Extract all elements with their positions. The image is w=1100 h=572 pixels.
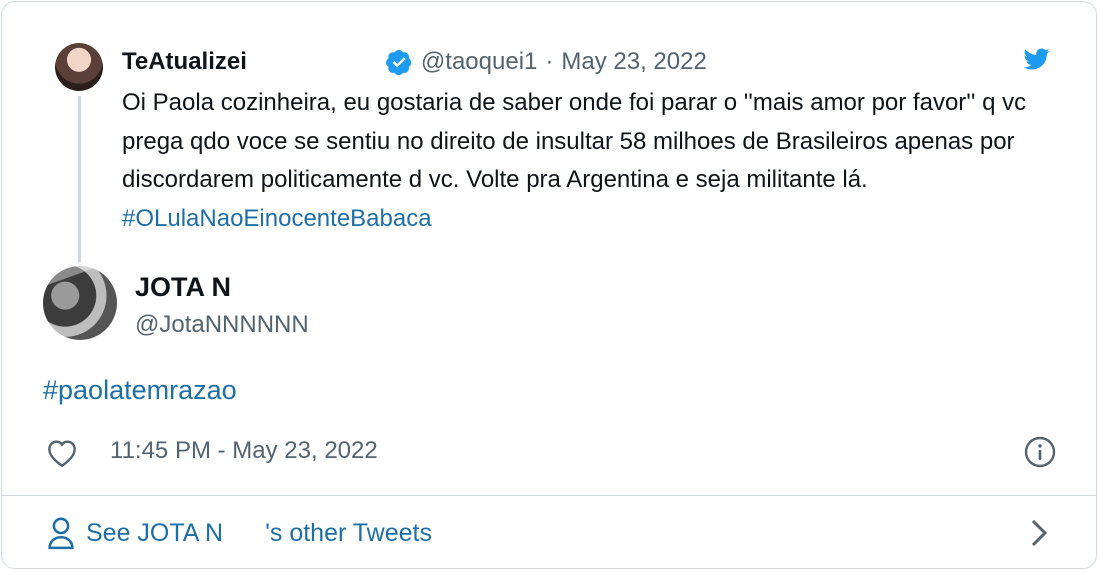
see-other-tweets-link[interactable]: See JOTA N 's other Tweets xyxy=(46,516,432,550)
other-tweets-label[interactable]: 's other Tweets xyxy=(265,519,432,548)
parent-tweet-date[interactable]: May 23, 2022 xyxy=(561,46,706,78)
tweet-hashtag-link[interactable]: #paolatemrazao xyxy=(43,375,237,406)
parent-author-name[interactable]: TeAtualizei xyxy=(122,46,247,78)
footer-divider xyxy=(2,495,1096,496)
separator-dot: · xyxy=(545,48,554,75)
tweet-card: TeAtualizei @taoquei1 · May 23, 2022 Oi … xyxy=(1,1,1097,569)
twitter-logo-icon[interactable] xyxy=(1022,46,1052,72)
author-name[interactable]: JOTA N xyxy=(135,272,231,303)
parent-tweet-header: TeAtualizei @taoquei1 · May 23, 2022 xyxy=(122,46,707,78)
info-icon[interactable] xyxy=(1024,436,1056,468)
thread-line xyxy=(78,96,81,262)
parent-tweet-text: Oi Paola cozinheira, eu gostaria de sabe… xyxy=(122,84,1072,238)
chevron-right-icon[interactable] xyxy=(1030,518,1048,548)
author-avatar[interactable] xyxy=(43,266,117,340)
heart-icon[interactable] xyxy=(46,438,78,468)
author-handle[interactable]: @JotaNNNNNN xyxy=(135,311,309,339)
parent-author-handle[interactable]: @taoquei1 xyxy=(421,46,537,78)
parent-tweet-body: Oi Paola cozinheira, eu gostaria de sabe… xyxy=(122,89,1027,193)
tweet-timestamp[interactable]: 11:45 PM - May 23, 2022 xyxy=(110,437,378,465)
see-author-label[interactable]: See JOTA N xyxy=(86,519,223,548)
parent-avatar[interactable] xyxy=(55,43,103,91)
verified-badge-icon xyxy=(385,49,412,76)
parent-hashtag-link[interactable]: #OLulaNaoEinocenteBabaca xyxy=(122,205,432,232)
person-icon xyxy=(48,517,74,550)
